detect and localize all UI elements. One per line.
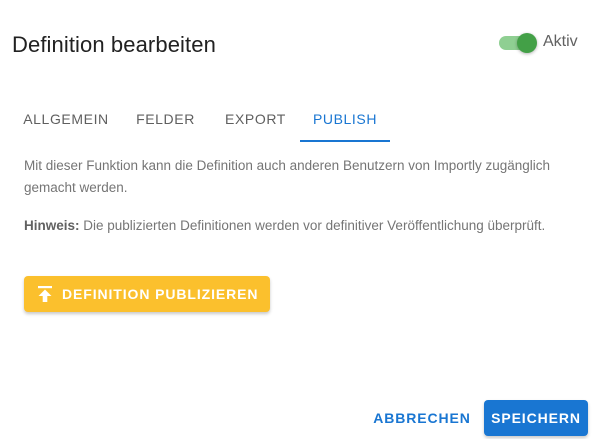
hint-text: Die publizierten Definitionen werden vor… <box>79 218 546 233</box>
publish-button-label: DEFINITION PUBLIZIEREN <box>62 286 259 302</box>
cancel-button[interactable]: ABBRECHEN <box>367 400 477 436</box>
dialog-title: Definition bearbeiten <box>12 32 216 57</box>
active-toggle[interactable] <box>499 31 539 53</box>
publish-tab-content: Mit dieser Funktion kann die Definition … <box>24 155 564 237</box>
hint-label: Hinweis: <box>24 218 80 233</box>
tab-felder[interactable]: FELDER <box>120 98 211 142</box>
toggle-thumb <box>517 33 537 53</box>
publish-description: Mit dieser Funktion kann die Definition … <box>24 158 551 195</box>
save-button[interactable]: SPEICHERN <box>484 400 588 436</box>
publish-definition-button[interactable]: DEFINITION PUBLIZIEREN <box>24 276 270 312</box>
tab-allgemein[interactable]: ALLGEMEIN <box>12 98 120 142</box>
tab-bar: ALLGEMEIN FELDER EXPORT PUBLISH <box>12 98 390 144</box>
publish-icon <box>36 285 54 303</box>
publish-hint: Hinweis: Die publizierten Definitionen w… <box>24 215 564 237</box>
edit-definition-dialog: Definition bearbeiten Aktiv ALLGEMEIN FE… <box>0 0 593 439</box>
tab-export[interactable]: EXPORT <box>211 98 300 142</box>
active-toggle-label: Aktiv <box>543 33 578 50</box>
tab-publish[interactable]: PUBLISH <box>300 98 390 142</box>
